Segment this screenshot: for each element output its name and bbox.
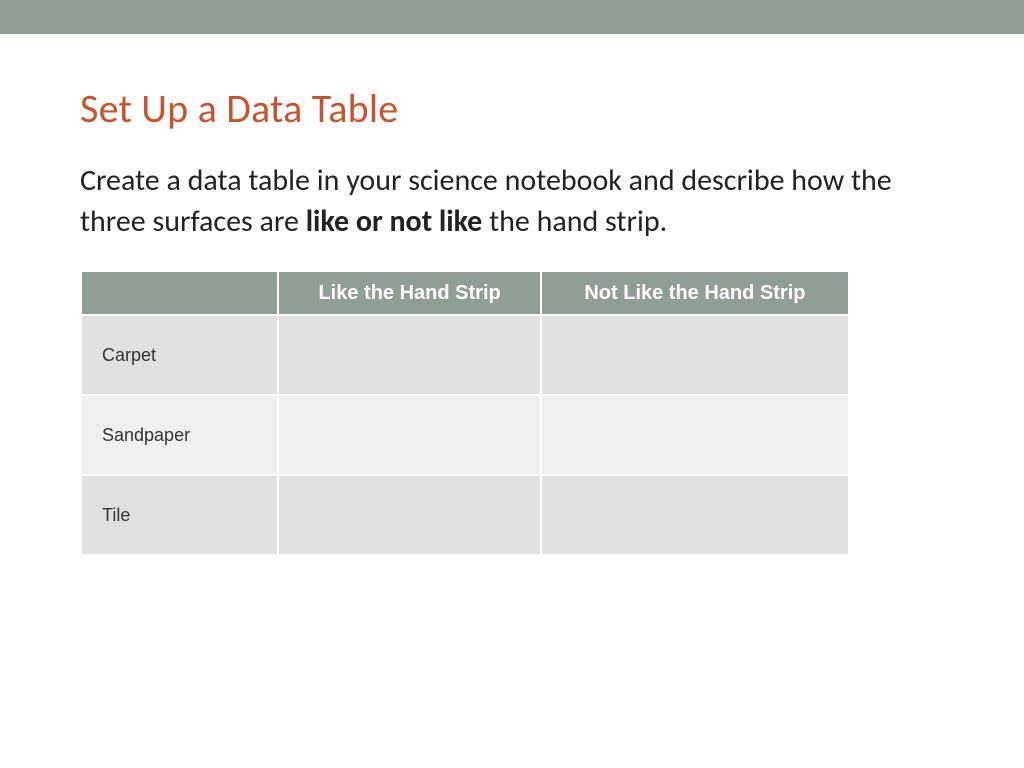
cell-not-like <box>542 396 848 474</box>
cell-like <box>279 316 539 394</box>
cell-not-like <box>542 316 848 394</box>
cell-like <box>279 476 539 554</box>
cell-not-like <box>542 476 848 554</box>
row-label: Carpet <box>82 316 277 394</box>
row-label: Sandpaper <box>82 396 277 474</box>
instruction-post: the hand strip. <box>482 203 667 240</box>
instruction-bold: like or not like <box>306 203 483 240</box>
instruction-text: Create a data table in your science note… <box>80 161 944 242</box>
header-bar <box>0 0 1024 34</box>
table-row: Carpet <box>82 316 848 394</box>
table-row: Tile <box>82 476 848 554</box>
slide-content: Set Up a Data Table Create a data table … <box>0 34 1024 556</box>
row-label: Tile <box>82 476 277 554</box>
header-like: Like the Hand Strip <box>279 272 539 314</box>
table-row: Sandpaper <box>82 396 848 474</box>
table-header-row: Like the Hand Strip Not Like the Hand St… <box>82 272 848 314</box>
data-table: Like the Hand Strip Not Like the Hand St… <box>80 270 850 556</box>
cell-like <box>279 396 539 474</box>
header-blank <box>82 272 277 314</box>
slide-title: Set Up a Data Table <box>80 84 944 133</box>
header-not-like: Not Like the Hand Strip <box>542 272 848 314</box>
